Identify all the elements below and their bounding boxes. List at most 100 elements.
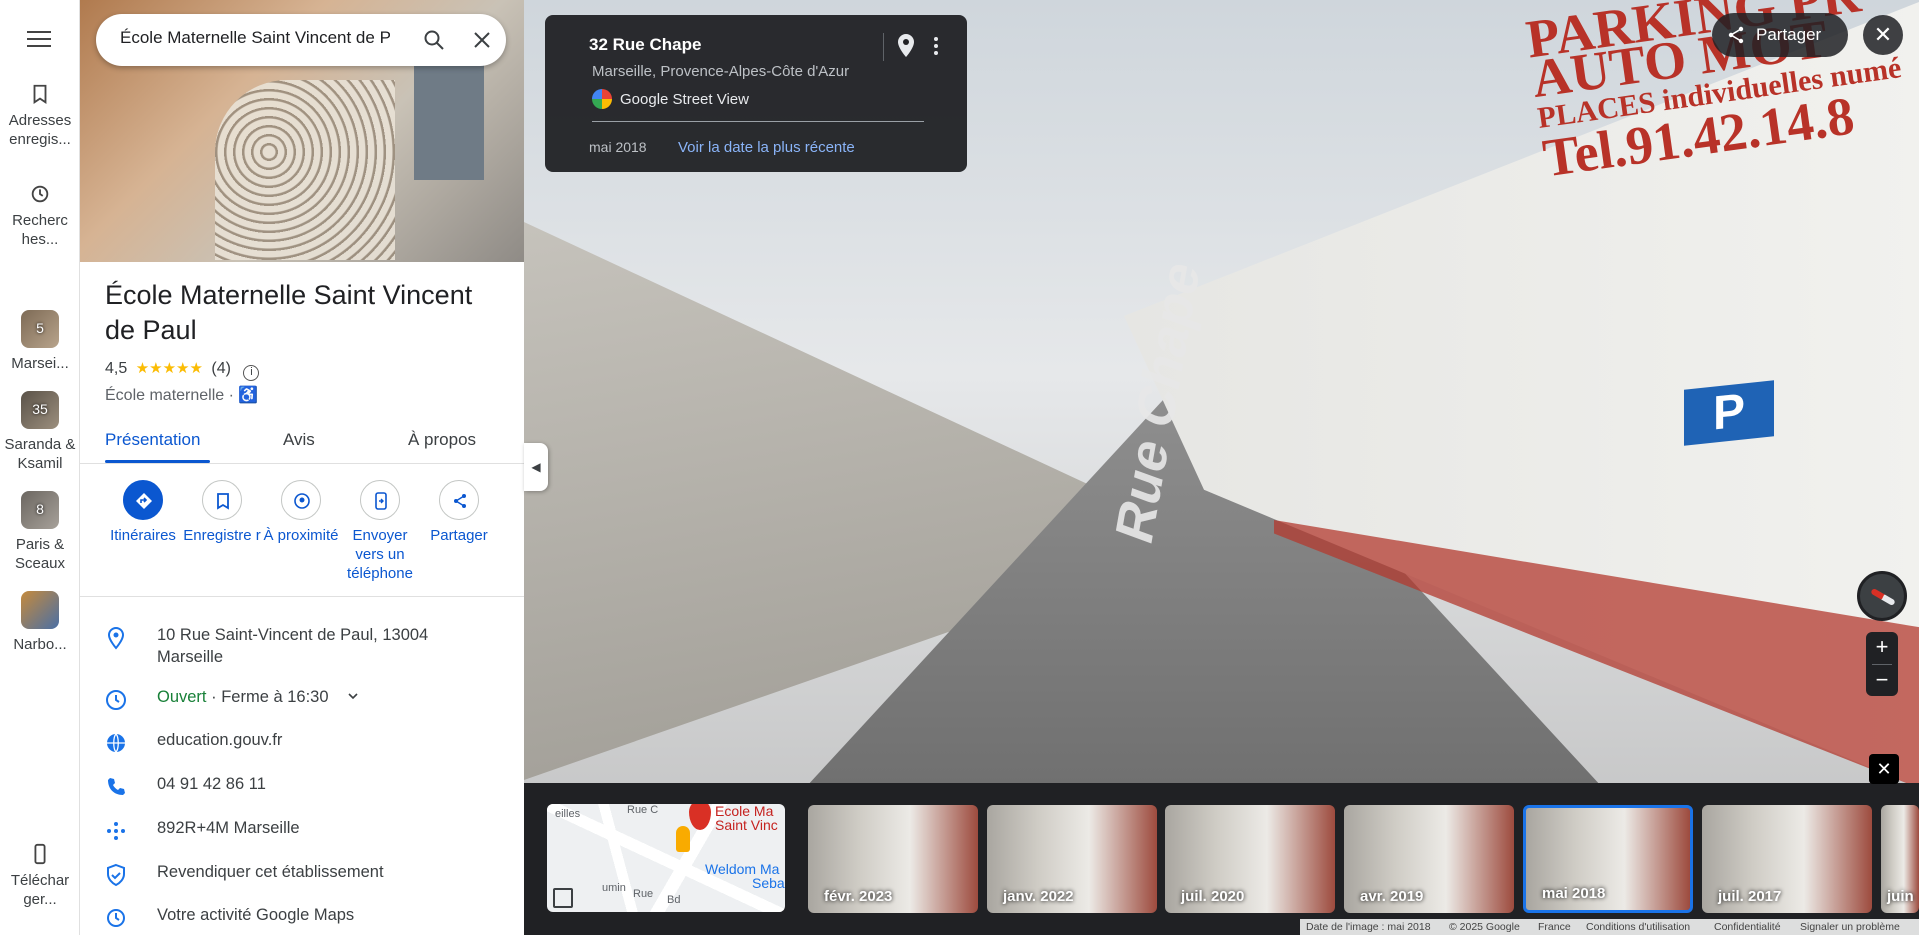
- place-category[interactable]: École maternelle: [105, 387, 224, 404]
- rail-saved-label: Adresses enregis...: [8, 112, 72, 148]
- rail-recent[interactable]: Recherc hes...: [0, 183, 80, 249]
- address-text: 10 Rue Saint-Vincent de Paul, 13004 Mars…: [157, 626, 429, 666]
- rail-download[interactable]: Téléchar ger...: [0, 843, 80, 909]
- map-poi-label: Seba: [752, 875, 785, 891]
- compass-icon[interactable]: [1857, 571, 1907, 621]
- search-icon[interactable]: [422, 28, 446, 52]
- tab-about[interactable]: À propos: [408, 430, 476, 450]
- nearby-button[interactable]: À proximité: [261, 480, 341, 545]
- sv-region: Marseille, Provence-Alpes-Côte d'Azur: [592, 63, 850, 80]
- plus-code-icon: [107, 822, 125, 840]
- history-icon: [107, 909, 125, 927]
- rail-list-label: Narbo...: [13, 636, 67, 653]
- rail-recent-label: Recherc hes...: [12, 212, 68, 248]
- expand-icon[interactable]: [553, 888, 573, 908]
- copyright: © 2025 Google: [1449, 921, 1520, 933]
- map-place-label: Saint Vinc: [715, 817, 778, 833]
- tab-overview[interactable]: Présentation: [105, 430, 200, 450]
- privacy-link[interactable]: Confidentialité: [1714, 921, 1781, 933]
- rating-row: 4,5 ★★★★★ (4) i: [105, 359, 260, 381]
- open-status: Ouvert: [157, 688, 207, 706]
- search-box: [96, 14, 506, 66]
- send-to-phone-icon: [375, 492, 387, 510]
- chevron-down-icon[interactable]: [347, 690, 359, 702]
- rail-saved[interactable]: Adresses enregis...: [0, 83, 80, 149]
- rail-list-label: Paris & Sceaux: [14, 536, 66, 572]
- timeline-frame-selected[interactable]: mai 2018: [1523, 805, 1693, 913]
- rail-list-paris[interactable]: 8 Paris & Sceaux: [0, 491, 80, 573]
- zoom-in-button[interactable]: +: [1866, 632, 1898, 664]
- sv-source: Google Street View: [592, 89, 749, 109]
- action-label: Enregistre r: [183, 527, 261, 544]
- map-footer: Date de l'image : mai 2018 © 2025 Google…: [1300, 919, 1919, 935]
- place-panel: École Maternelle Saint Vincent de Paul 4…: [80, 0, 524, 935]
- plus-code-text: 892R+4M Marseille: [157, 819, 300, 837]
- nearby-icon: [294, 493, 310, 509]
- rail-download-label: Téléchar ger...: [10, 872, 70, 908]
- close-streetview-button[interactable]: ✕: [1863, 15, 1903, 55]
- divider: [883, 33, 884, 61]
- phone-icon: [108, 778, 125, 795]
- category-row: École maternelle · ♿: [105, 387, 259, 404]
- rail-list-narbonne[interactable]: Narbo...: [0, 591, 80, 654]
- menu-icon[interactable]: [24, 26, 54, 52]
- rating-stars: ★★★★★: [135, 360, 203, 377]
- phone-icon: [34, 843, 46, 865]
- action-label: À proximité: [263, 527, 339, 544]
- zoom-out-button[interactable]: −: [1866, 665, 1898, 697]
- timeline-frame[interactable]: juil. 2017: [1702, 805, 1872, 913]
- close-icon[interactable]: [470, 28, 494, 52]
- rail-list-marseille[interactable]: 5 Marsei...: [0, 310, 80, 373]
- close-timeline-button[interactable]: ✕: [1869, 754, 1899, 784]
- timeline-frame[interactable]: avr. 2019: [1344, 805, 1514, 913]
- save-button[interactable]: Enregistre r: [182, 480, 262, 545]
- info-icon[interactable]: i: [243, 365, 260, 381]
- pegman-icon: [676, 826, 690, 852]
- review-count[interactable]: (4): [211, 360, 231, 377]
- bookmark-icon: [33, 84, 47, 104]
- location-pin-icon[interactable]: [895, 33, 917, 59]
- terms-link[interactable]: Conditions d'utilisation: [1586, 921, 1690, 933]
- latest-date-link[interactable]: Voir la date la plus récente: [678, 139, 855, 156]
- mini-map[interactable]: eilles Rue C umin Rue Bd Ecole Ma Saint …: [547, 804, 785, 912]
- wheelchair-icon: ♿: [238, 387, 259, 404]
- share-icon: [1728, 26, 1744, 44]
- bookmark-icon: [217, 493, 229, 510]
- action-row: Itinéraires Enregistre r À proximité Env…: [80, 480, 524, 597]
- collapse-panel-button[interactable]: ◀: [524, 443, 548, 491]
- rating-value: 4,5: [105, 360, 128, 377]
- street-label: Rue C: [627, 804, 659, 816]
- parking-p-sign: P: [1684, 380, 1774, 446]
- directions-button[interactable]: Itinéraires: [103, 480, 183, 545]
- report-link[interactable]: Signaler un problème: [1800, 921, 1900, 933]
- activity-text: Votre activité Google Maps: [157, 906, 355, 924]
- timeline-frame[interactable]: janv. 2022: [987, 805, 1157, 913]
- image-date: Date de l'image : mai 2018: [1306, 921, 1431, 933]
- zoom-control: + −: [1866, 632, 1898, 696]
- sv-address: 32 Rue Chape: [589, 35, 702, 54]
- timeline-frame[interactable]: juin: [1881, 805, 1919, 913]
- share-button[interactable]: Partager: [419, 480, 499, 545]
- clock-icon: [106, 690, 126, 710]
- google-logo-icon: [592, 89, 612, 109]
- more-vert-icon[interactable]: [926, 33, 946, 59]
- shield-check-icon: [107, 863, 125, 887]
- list-thumbnail: 8: [21, 491, 59, 529]
- history-icon: [31, 185, 49, 203]
- tab-reviews[interactable]: Avis: [283, 430, 315, 450]
- action-label: Partager: [430, 527, 488, 544]
- action-label: Envoyer vers un téléphone: [347, 527, 413, 582]
- search-input[interactable]: [120, 28, 390, 48]
- timeline-frame[interactable]: juil. 2020: [1165, 805, 1335, 913]
- rail-list-label: Marsei...: [11, 355, 69, 372]
- share-button[interactable]: Partager: [1712, 13, 1848, 57]
- rail-list-saranda[interactable]: 35 Saranda & Ksamil: [0, 391, 80, 473]
- action-label: Itinéraires: [110, 527, 176, 544]
- directions-icon: [136, 493, 152, 509]
- country-link[interactable]: France: [1538, 921, 1571, 933]
- left-rail: Adresses enregis... Recherc hes... 5 Mar…: [0, 0, 80, 935]
- share-label: Partager: [1756, 25, 1822, 44]
- timeline-frame[interactable]: févr. 2023: [808, 805, 978, 913]
- place-title: École Maternelle Saint Vincent de Paul: [105, 280, 473, 345]
- send-to-phone-button[interactable]: Envoyer vers un téléphone: [340, 480, 420, 583]
